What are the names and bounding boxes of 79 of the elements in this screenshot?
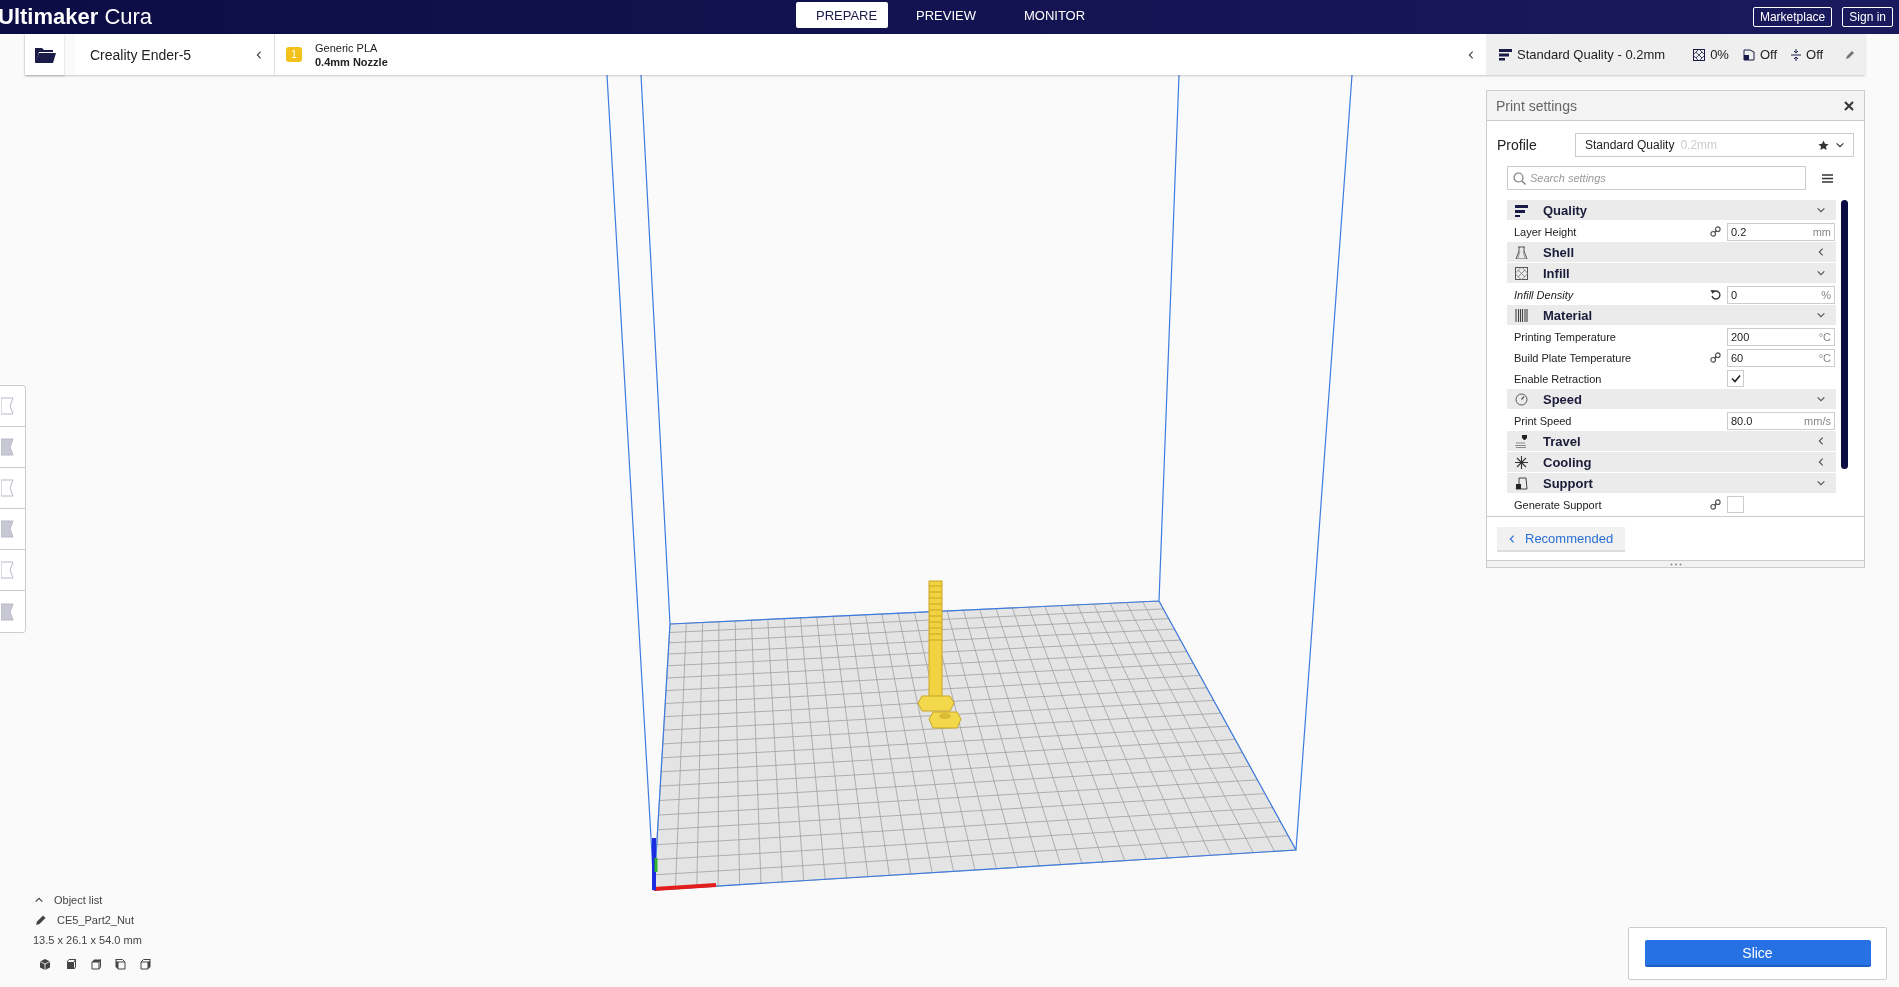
chevron-icon [254, 49, 264, 60]
cube-icon[interactable] [114, 958, 127, 971]
material-selector[interactable]: 1 Generic PLA 0.4mm Nozzle [275, 34, 1486, 75]
category-header[interactable]: Cooling [1507, 452, 1836, 472]
shape-icon [1, 559, 17, 581]
setting-field[interactable]: 0 % [1727, 285, 1835, 304]
header-button[interactable]: Marketplace [1752, 7, 1833, 27]
nozzle-icon [1515, 434, 1528, 448]
link-icon[interactable] [1709, 499, 1721, 510]
overhang-icon [1742, 48, 1755, 61]
shape-icon [1, 477, 17, 499]
folder-icon [33, 45, 56, 64]
setting-label: Print Speed [1514, 414, 1573, 427]
view-tab[interactable]: MONITOR [1003, 2, 1106, 28]
pencil-icon [1845, 49, 1855, 60]
cup-icon [1515, 245, 1528, 259]
setting-field[interactable]: 200 °C [1727, 327, 1835, 346]
category-header[interactable]: Shell [1507, 242, 1836, 262]
setting-label: Printing Temperature [1514, 330, 1617, 343]
menu-icon[interactable] [1822, 173, 1833, 183]
reset-icon[interactable] [1709, 289, 1721, 300]
link-icon[interactable] [1709, 226, 1721, 237]
view-tab[interactable]: PREVIEW [896, 2, 996, 28]
panel-title: Print settings [1496, 97, 1577, 114]
slice-button[interactable]: Slice [1644, 940, 1871, 967]
cube-icon[interactable] [39, 958, 52, 971]
category-header[interactable]: Material [1507, 305, 1836, 325]
object-list-toggle[interactable]: Object list [34, 894, 152, 906]
category-header[interactable]: Support [1507, 473, 1836, 493]
star-icon[interactable] [1818, 139, 1829, 151]
checkbox[interactable] [1727, 370, 1744, 387]
setting-field[interactable]: 0.2 mm [1727, 222, 1835, 241]
shape-icon [1, 395, 17, 417]
link-icon[interactable] [1709, 352, 1721, 363]
print-setup-summary[interactable]: Standard Quality - 0.2mm 0% Off Off [1486, 34, 1865, 75]
category-header[interactable]: Speed [1507, 389, 1836, 409]
setting-label: Infill Density [1514, 288, 1575, 301]
bars-icon [1499, 48, 1512, 61]
setting-label: Build Plate Temperature [1514, 351, 1633, 364]
setting-field[interactable]: 80.0 mm/s [1727, 411, 1835, 430]
pencil-icon[interactable] [35, 914, 47, 926]
cube-icon[interactable] [89, 958, 102, 971]
category-header[interactable]: Infill [1507, 263, 1836, 283]
open-file-button[interactable] [25, 34, 64, 75]
adhesion-icon [1791, 48, 1802, 61]
warning-badge: 1 [286, 47, 302, 62]
resize-handle-icon[interactable] [1669, 562, 1682, 566]
profile-label: Profile [1497, 137, 1538, 153]
chevron-icon [1507, 533, 1517, 544]
cube-icon[interactable] [139, 958, 152, 971]
logo-text: Ultimaker Cura [0, 4, 153, 30]
setting-label: Generate Support [1514, 498, 1603, 511]
search-field[interactable]: Search settings [1507, 166, 1806, 190]
printer-selector[interactable]: Creality Ender-5 [75, 34, 275, 75]
close-icon[interactable] [1844, 100, 1854, 111]
setting-field[interactable]: 60 °C [1727, 348, 1835, 367]
chevron-icon [1466, 49, 1476, 60]
setting-label: Enable Retraction [1514, 372, 1603, 385]
checkbox[interactable] [1727, 496, 1744, 513]
overhang-icon [1515, 476, 1528, 490]
category-header[interactable]: Quality [1507, 200, 1836, 220]
object-dimensions: 13.5 x 26.1 x 54.0 mm [33, 934, 143, 946]
object-name: CE5_Part2_Nut [57, 914, 135, 926]
recommended-button[interactable]: Recommended [1497, 527, 1626, 552]
gauge-icon [1515, 392, 1528, 406]
grid-icon [1693, 48, 1706, 61]
view-tab[interactable]: PREPARE [796, 2, 888, 28]
check-icon [1730, 374, 1741, 383]
category-header[interactable]: Travel [1507, 431, 1836, 451]
fan-icon [1515, 455, 1528, 469]
grid-icon [1515, 266, 1528, 280]
scrollbar-thumb[interactable] [1841, 200, 1848, 469]
bars-icon [1515, 203, 1528, 217]
chevron-icon[interactable] [1835, 140, 1845, 150]
header-button[interactable]: Sign in [1842, 7, 1893, 27]
search-icon [1513, 172, 1526, 185]
stripes-icon [1515, 308, 1528, 322]
setting-label: Layer Height [1514, 225, 1578, 238]
cube-icon[interactable] [64, 958, 77, 971]
